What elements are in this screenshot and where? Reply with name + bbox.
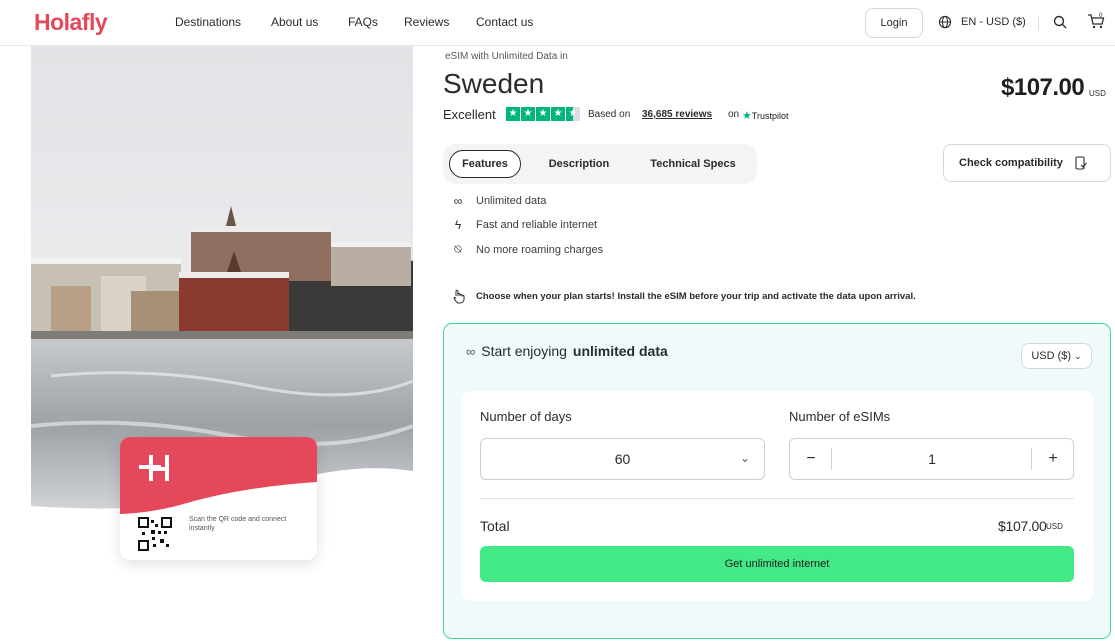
total-divider — [480, 498, 1074, 499]
purchase-box: ∞ Start enjoying unlimited data USD ($) … — [443, 323, 1111, 639]
total-label: Total — [480, 518, 510, 534]
nav-reviews[interactable]: Reviews — [404, 15, 449, 29]
decrement-button[interactable]: − — [790, 439, 832, 479]
globe-icon — [938, 15, 952, 29]
tab-technical-specs[interactable]: Technical Specs — [639, 150, 747, 178]
page-title: Sweden — [443, 68, 545, 99]
feature-no-roaming: ⍉ No more roaming charges — [451, 242, 603, 257]
check-compatibility-button[interactable]: Check compatibility — [943, 144, 1111, 182]
increment-button[interactable]: + — [1032, 439, 1074, 479]
nav-destinations[interactable]: Destinations — [175, 15, 241, 29]
feature-unlimited-data: ∞ Unlimited data — [451, 194, 547, 208]
holafly-logo[interactable]: Holafly — [34, 9, 108, 36]
trustpilot-label: Trustpilot — [751, 111, 789, 121]
rating-label: Excellent — [443, 107, 496, 122]
trustpilot-star-icon: ★ — [742, 110, 752, 122]
feature-label: No more roaming charges — [476, 243, 604, 256]
esims-stepper: − 1 + — [789, 438, 1074, 480]
heading-prefix: Start enjoying — [481, 343, 567, 359]
total-currency: USD — [1046, 522, 1063, 531]
product-price: $107.00 — [1001, 74, 1085, 101]
currency-select[interactable]: USD ($) ⌄ — [1021, 343, 1092, 369]
plan-note-text: Choose when your plan starts! Install th… — [476, 290, 916, 302]
purchase-heading: ∞ Start enjoying unlimited data — [466, 343, 668, 359]
check-compatibility-label: Check compatibility — [959, 157, 1063, 169]
based-on-label: Based on — [588, 109, 631, 120]
tab-features[interactable]: Features — [449, 150, 521, 178]
on-label: on — [728, 109, 740, 120]
qr-code-icon — [138, 517, 172, 551]
chevron-down-icon: ⌄ — [1074, 350, 1082, 361]
price-currency: USD — [1089, 89, 1106, 98]
nav-about-us[interactable]: About us — [271, 15, 318, 29]
search-icon[interactable] — [1053, 14, 1067, 30]
nav-contact-us[interactable]: Contact us — [476, 15, 533, 29]
infinity-icon: ∞ — [466, 343, 476, 359]
days-select[interactable]: 60 ⌄ — [480, 438, 765, 480]
tab-description[interactable]: Description — [535, 150, 623, 178]
lightning-icon: ϟ — [454, 218, 462, 232]
esims-label: Number of eSIMs — [789, 409, 891, 424]
star-icon: ★ — [551, 107, 565, 121]
card-header-graphic — [120, 437, 317, 514]
no-roaming-icon: ⍉ — [454, 242, 462, 256]
esims-value[interactable]: 1 — [832, 439, 1032, 479]
product-eyebrow: eSIM with Unlimited Data in — [445, 51, 568, 62]
info-tabs: Features Description Technical Specs — [443, 144, 757, 184]
site-header: Holafly Destinations About us FAQs Revie… — [0, 0, 1115, 46]
login-button[interactable]: Login — [865, 8, 923, 38]
infinity-icon: ∞ — [453, 194, 463, 208]
star-icon: ★ — [521, 107, 535, 121]
card-qr-text: Scan the QR code and connect instantly — [189, 516, 287, 532]
star-icon: ★ — [506, 107, 520, 121]
star-icon: ★ — [536, 107, 550, 121]
esim-card: Scan the QR code and connect instantly — [120, 437, 317, 560]
language-currency-label: EN - USD ($) — [961, 16, 1026, 28]
days-value: 60 — [614, 451, 631, 467]
heading-bold: unlimited data — [572, 343, 668, 359]
feature-label: Fast and reliable internet — [476, 219, 598, 231]
get-unlimited-internet-button[interactable]: Get unlimited internet — [480, 546, 1074, 582]
plan-start-note: Choose when your plan starts! Install th… — [451, 288, 916, 304]
total-value: $107.00 — [998, 518, 1047, 534]
trustpilot-stars: ★ ★ ★ ★ ★ — [506, 107, 580, 121]
feature-label: Unlimited data — [476, 195, 547, 207]
cart-icon[interactable]: 0 — [1087, 12, 1105, 30]
reviews-link[interactable]: 36,685 reviews — [642, 109, 712, 120]
purchase-form: Number of days Number of eSIMs 60 ⌄ − 1 … — [462, 391, 1093, 601]
days-label: Number of days — [480, 409, 572, 424]
chevron-down-icon: ⌄ — [739, 451, 750, 465]
hand-pointer-icon — [453, 289, 465, 304]
language-currency-selector[interactable]: EN - USD ($) — [938, 15, 1026, 29]
currency-select-label: USD ($) — [1031, 350, 1072, 362]
trustpilot-logo[interactable]: ★Trustpilot — [742, 109, 789, 122]
phone-check-icon — [1075, 156, 1087, 170]
nav-faqs[interactable]: FAQs — [348, 15, 378, 29]
feature-fast-internet: ϟ Fast and reliable internet — [451, 218, 597, 232]
header-divider — [1038, 16, 1039, 30]
half-star-icon: ★ — [566, 107, 580, 121]
